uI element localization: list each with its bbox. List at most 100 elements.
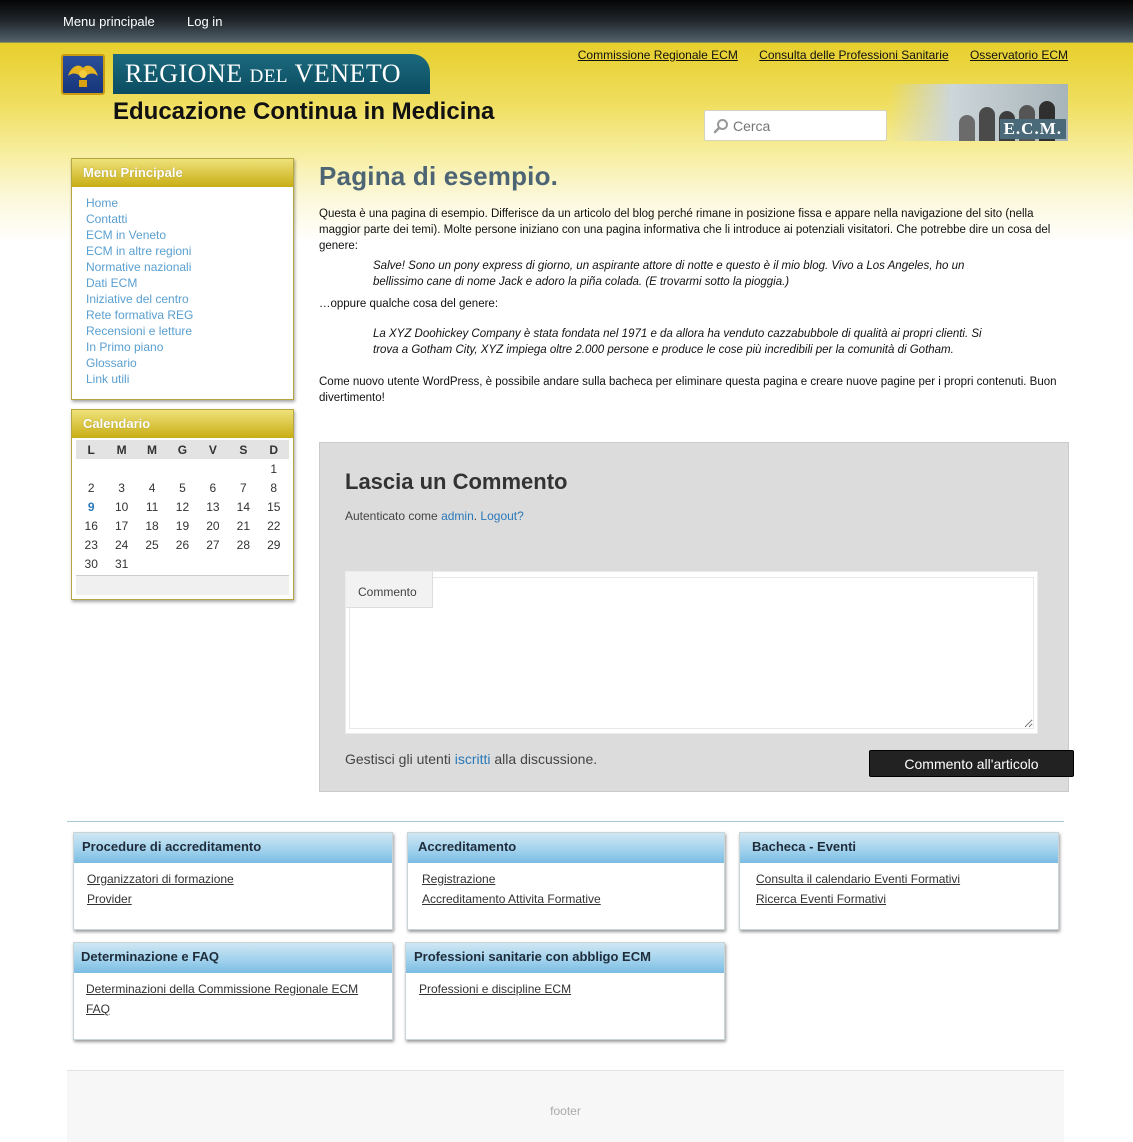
quote-pony-express: Salve! Sono un pony express di giorno, u… <box>373 260 965 288</box>
footer-link-calendario-eventi[interactable]: Consulta il calendario Eventi Formativi <box>756 872 960 886</box>
footer-link-faq[interactable]: FAQ <box>86 1002 110 1016</box>
calendar-day[interactable]: 26 <box>167 535 197 554</box>
footer-link-provider[interactable]: Provider <box>87 892 132 906</box>
calendar-day[interactable]: 25 <box>137 535 167 554</box>
footer-box-determinazione: Determinazione e FAQ Determinazioni dell… <box>73 942 393 1040</box>
search-input[interactable] <box>733 116 883 136</box>
menu-item-iniziative[interactable]: Iniziative del centro <box>86 292 189 306</box>
calendar-day[interactable]: 3 <box>106 478 136 497</box>
calendar-day[interactable]: 11 <box>137 497 167 516</box>
figure-shape <box>979 107 995 141</box>
logged-prefix: Autenticato come <box>345 509 442 523</box>
page-footer: footer <box>67 1070 1064 1142</box>
calendar-day[interactable]: 28 <box>228 535 258 554</box>
calendar-day[interactable]: 23 <box>76 535 106 554</box>
submit-comment-button[interactable]: Commento all'articolo <box>869 750 1074 777</box>
comment-label: Commento <box>346 572 433 608</box>
intro-paragraph: Questa è una pagina di esempio. Differis… <box>319 208 1051 252</box>
main-content: Pagina di esempio. Questa è una pagina d… <box>319 161 1069 406</box>
menu-item-recensioni[interactable]: Recensioni e letture <box>86 324 192 338</box>
lion-emblem-icon[interactable] <box>61 54 105 95</box>
calendar-day[interactable]: 30 <box>76 554 106 573</box>
calendar-empty-cell <box>228 459 258 478</box>
menu-item-link-utili[interactable]: Link utili <box>86 372 129 386</box>
calendar-day[interactable]: 29 <box>259 535 289 554</box>
menu-item-normative[interactable]: Normative nazionali <box>86 260 191 274</box>
login-link[interactable]: Log in <box>187 14 222 29</box>
footer-link-organizzatori[interactable]: Organizzatori di formazione <box>87 872 234 886</box>
menu-item-home[interactable]: Home <box>86 196 118 210</box>
calendar-day[interactable]: 17 <box>106 516 136 535</box>
footer-box-title: Accreditamento <box>408 833 724 863</box>
logout-link[interactable]: Logout? <box>480 509 523 523</box>
menu-item-ecm-veneto[interactable]: ECM in Veneto <box>86 228 166 242</box>
regione-veneto-logo[interactable]: REGIONE DEL VENETO <box>113 54 430 94</box>
calendar-day[interactable]: 10 <box>106 497 136 516</box>
calendar-day[interactable]: 20 <box>198 516 228 535</box>
link-commissione-regionale[interactable]: Commissione Regionale ECM <box>578 48 738 62</box>
menu-item-contatti[interactable]: Contatti <box>86 212 127 226</box>
ecm-label: E.C.M. <box>999 119 1066 139</box>
calendar-empty-cell <box>167 554 197 573</box>
footer-link-accreditamento-attivita[interactable]: Accreditamento Attivita Formative <box>422 892 601 906</box>
iscritti-link[interactable]: iscritti <box>455 751 491 767</box>
menu-widget-title: Menu Principale <box>72 159 293 187</box>
calendar-day[interactable]: 5 <box>167 478 197 497</box>
calendar-widget-title: Calendario <box>72 410 293 438</box>
calendar-day[interactable]: 12 <box>167 497 197 516</box>
calendar-day[interactable]: 21 <box>228 516 258 535</box>
calendar-day-header: G <box>167 440 198 459</box>
menu-item-glossario[interactable]: Glossario <box>86 356 137 370</box>
calendar-day[interactable]: 8 <box>259 478 289 497</box>
calendar-empty-cell <box>76 459 106 478</box>
menu-item-primo-piano[interactable]: In Primo piano <box>86 340 163 354</box>
calendar-day[interactable]: 15 <box>259 497 289 516</box>
calendar-empty-cell <box>259 554 289 573</box>
calendar-day[interactable]: 27 <box>198 535 228 554</box>
calendar-day[interactable]: 13 <box>198 497 228 516</box>
footer-link-professioni-discipline[interactable]: Professioni e discipline ECM <box>419 982 571 996</box>
calendar-empty-cell <box>137 554 167 573</box>
calendar-day[interactable]: 7 <box>228 478 258 497</box>
menu-item-dati-ecm[interactable]: Dati ECM <box>86 276 137 290</box>
footer-box-professioni: Professioni sanitarie con abbligo ECM Pr… <box>405 942 725 1040</box>
calendar-day[interactable]: 16 <box>76 516 106 535</box>
footer-box-title: Bacheca - Eventi <box>740 833 1058 863</box>
calendar-empty-cell <box>167 459 197 478</box>
calendar-day[interactable]: 31 <box>106 554 136 573</box>
calendar-day[interactable]: 1 <box>259 459 289 478</box>
footer-link-registrazione[interactable]: Registrazione <box>422 872 495 886</box>
calendar-day[interactable]: 14 <box>228 497 258 516</box>
calendar-day[interactable]: 22 <box>259 516 289 535</box>
page-title: Pagina di esempio. <box>319 161 559 191</box>
calendar-week-row: 23 24 25 26 27 28 29 <box>76 535 289 554</box>
ecm-header-image: E.C.M. <box>889 84 1068 141</box>
calendar-table: L M M G V S D 1 2 3 4 5 6 7 8 9 10 11 12 13 14 15 16 17 1… <box>76 440 289 573</box>
menu-list: Home Contatti ECM in Veneto ECM in altre… <box>72 187 293 395</box>
menu-item-rete-formativa[interactable]: Rete formativa REG <box>86 308 193 322</box>
link-osservatorio[interactable]: Osservatorio ECM <box>970 48 1068 62</box>
footer-link-ricerca-eventi[interactable]: Ricerca Eventi Formativi <box>756 892 886 906</box>
calendar-day-header: L <box>76 440 107 459</box>
header-links: Commissione Regionale ECM Consulta delle… <box>560 48 1068 62</box>
menu-item-ecm-altre-regioni[interactable]: ECM in altre regioni <box>86 244 191 258</box>
calendar-body: 1 2 3 4 5 6 7 8 9 10 11 12 13 14 15 16 17 18 19 20 21 22 23 24 2… <box>76 459 289 573</box>
calendar-day[interactable]: 6 <box>198 478 228 497</box>
calendar-day[interactable]: 4 <box>137 478 167 497</box>
calendar-day[interactable]: 2 <box>76 478 106 497</box>
footer-link-determinazioni[interactable]: Determinazioni della Commissione Regiona… <box>86 982 358 996</box>
menu-principale-link[interactable]: Menu principale <box>63 14 155 29</box>
calendar-week-row: 30 31 <box>76 554 289 573</box>
manage-subscriptions: Gestisci gli utenti iscritti alla discus… <box>345 751 597 767</box>
calendar-day[interactable]: 24 <box>106 535 136 554</box>
logo-text-del: DEL <box>249 66 289 87</box>
search-box <box>704 110 887 141</box>
link-consulta-professioni[interactable]: Consulta delle Professioni Sanitarie <box>759 48 948 62</box>
calendar-day-header: M <box>136 440 168 459</box>
comment-textarea[interactable] <box>349 577 1034 729</box>
calendar-day[interactable]: 18 <box>137 516 167 535</box>
comment-heading: Lascia un Commento <box>345 469 568 494</box>
admin-link[interactable]: admin <box>441 509 474 523</box>
calendar-day[interactable]: 9 <box>76 497 106 516</box>
calendar-day[interactable]: 19 <box>167 516 197 535</box>
